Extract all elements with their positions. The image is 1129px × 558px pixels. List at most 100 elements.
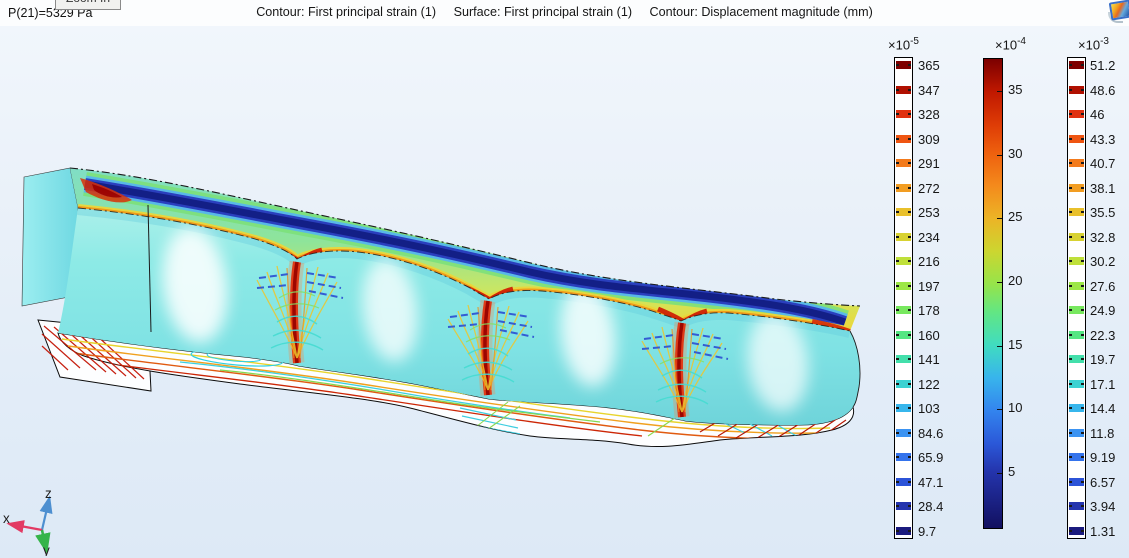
colorbar-tick: 20	[997, 282, 1002, 283]
x-axis-label: x	[3, 511, 10, 526]
colorbar-segment	[1069, 159, 1084, 167]
colorbar-tick-label: 84.6	[918, 426, 943, 441]
x-axis-arrow	[15, 525, 42, 530]
colorbar-tick-label: 272	[918, 181, 943, 196]
colorbar-tick-label: 347	[918, 83, 943, 98]
colorbar-tick-label: 19.7	[1090, 352, 1115, 367]
colorbar-segment	[1069, 282, 1084, 290]
colorbar-tick-label: 6.57	[1090, 475, 1115, 490]
colorbar-tick-label: 35.5	[1090, 205, 1115, 220]
colorbar-segment	[896, 208, 911, 216]
model-3d-view[interactable]	[0, 0, 1129, 558]
colorbar-tick-label: 65.9	[918, 450, 943, 465]
colorbar-tick-label: 40.7	[1090, 156, 1115, 171]
colorbar-segment	[896, 429, 911, 437]
colorbar-tick: 25	[997, 218, 1002, 219]
z-axis-label: z	[45, 486, 52, 501]
colorbar-tick-label: 15	[1008, 337, 1022, 353]
colorbar-segment	[896, 404, 911, 412]
plot-title: Contour: First principal strain (1) Surf…	[0, 5, 1129, 19]
colorbar-segment	[896, 184, 911, 192]
colorbar-tick-label: 38.1	[1090, 181, 1115, 196]
colorbar-tick-label: 30.2	[1090, 254, 1115, 269]
colorbar-tick-label: 48.6	[1090, 83, 1115, 98]
colorbar-tick-label: 46	[1090, 107, 1115, 122]
front-surface	[58, 208, 860, 425]
legend-displacement-contour: ×10-3 51.248.64643.340.738.135.532.830.2…	[1064, 36, 1129, 556]
colorbar-tick-label: 5	[1008, 464, 1015, 480]
colorbar-segment	[1069, 453, 1084, 461]
plot-title-part-contour-displacement: Contour: Displacement magnitude (mm)	[650, 5, 873, 19]
plot-icon-thumbnail	[1109, 0, 1129, 21]
colorbar-segment	[1069, 257, 1084, 265]
colorbar-segment	[1069, 208, 1084, 216]
legend-scale-label: ×10-4	[995, 36, 1026, 52]
colorbar-segment	[896, 110, 911, 118]
colorbar-tick-label: 24.9	[1090, 303, 1115, 318]
colorbar-segment	[1069, 61, 1084, 69]
colorbar-tick-label: 27.6	[1090, 279, 1115, 294]
colorbar-segment	[896, 380, 911, 388]
colorbar-segment	[896, 282, 911, 290]
colorbar-tick: 5	[997, 473, 1002, 474]
colorbar-tick-label: 365	[918, 58, 943, 73]
colorbar-segment	[896, 61, 911, 69]
colorbar-tick-label: 32.8	[1090, 230, 1115, 245]
comsol-graphics-window: Zoom In P(21)=5329 Pa Contour: First pri…	[0, 0, 1129, 558]
colorbar-tick-labels: 51.248.64643.340.738.135.532.830.227.624…	[1090, 58, 1115, 539]
legend-strain-surface: ×10-4 35 30 25 20 15 10 5 35 30 25 20 15 10 5	[983, 36, 1045, 556]
colorbar-segment	[896, 355, 911, 363]
colorbar-tick-label: 103	[918, 401, 943, 416]
surface-plot-icon[interactable]	[1107, 0, 1129, 23]
colorbar-tick-labels: 3653473283092912722532342161971781601411…	[918, 58, 943, 539]
colorbar-tick-label: 25	[1008, 209, 1022, 225]
plot-title-part-contour-strain: Contour: First principal strain (1)	[256, 5, 436, 19]
colorbar-segment	[896, 257, 911, 265]
colorbar-discrete	[1067, 57, 1086, 539]
colorbar-tick-labels: 35 30 25 20 15 10 5	[1008, 58, 1042, 527]
colorbar-tick-label: 141	[918, 352, 943, 367]
colorbar-segment	[1069, 502, 1084, 510]
colorbar-tick-label: 216	[918, 254, 943, 269]
colorbar-tick-label: 35	[1008, 82, 1022, 98]
view-orientation-triad: z x y	[0, 486, 70, 556]
colorbar-tick-label: 309	[918, 132, 943, 147]
colorbar-tick-label: 14.4	[1090, 401, 1115, 416]
y-axis-label: y	[43, 543, 50, 556]
colorbar-tick: 15	[997, 346, 1002, 347]
colorbar-discrete	[894, 57, 913, 539]
colorbar-tick-label: 1.31	[1090, 524, 1115, 539]
colorbar-segment	[1069, 233, 1084, 241]
colorbar-tick: 30	[997, 155, 1002, 156]
colorbar-segment	[1069, 404, 1084, 412]
colorbar-segment	[896, 159, 911, 167]
colorbar-segment	[1069, 184, 1084, 192]
colorbar-tick-label: 253	[918, 205, 943, 220]
colorbar-segment	[1069, 86, 1084, 94]
colorbar-tick: 35	[997, 91, 1002, 92]
zoom-in-tooltip: Zoom In	[55, 0, 121, 10]
colorbar-segment	[1069, 110, 1084, 118]
colorbar-tick-label: 328	[918, 107, 943, 122]
colorbar-tick-label: 51.2	[1090, 58, 1115, 73]
colorbar-segment	[1069, 380, 1084, 388]
colorbar-segment	[896, 306, 911, 314]
colorbar-tick-label: 160	[918, 328, 943, 343]
colorbar-tick-label: 122	[918, 377, 943, 392]
colorbar-tick-label: 20	[1008, 273, 1022, 289]
legend-scale-label: ×10-3	[1078, 36, 1109, 52]
colorbar-segment	[896, 478, 911, 486]
colorbar-tick-label: 30	[1008, 146, 1022, 162]
colorbar-segment	[1069, 527, 1084, 535]
colorbar-tick-label: 17.1	[1090, 377, 1115, 392]
colorbar-segment	[896, 331, 911, 339]
colorbar-segment	[896, 135, 911, 143]
colorbar-tick-label: 47.1	[918, 475, 943, 490]
graphics-header-bar: Zoom In P(21)=5329 Pa Contour: First pri…	[0, 0, 1129, 26]
colorbar-segment	[1069, 355, 1084, 363]
colorbar-continuous: 3530252015105	[983, 58, 1003, 529]
colorbar-tick-label: 10	[1008, 400, 1022, 416]
colorbar-segment	[896, 527, 911, 535]
legend-strain-contour: ×10-5 3653473283092912722532342161971781…	[885, 36, 957, 556]
colorbar-tick-label: 234	[918, 230, 943, 245]
